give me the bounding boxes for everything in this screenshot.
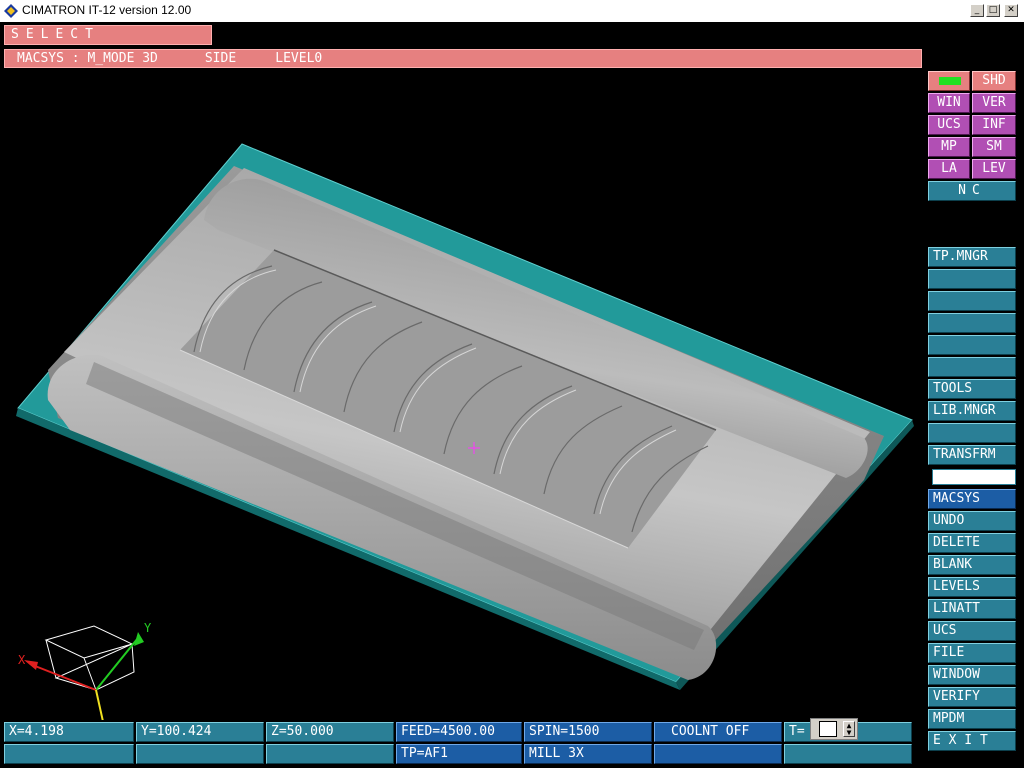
x-coordinate: X=4.198 <box>4 722 134 742</box>
empty-status-1 <box>4 744 134 764</box>
menu-blank[interactable]: BLANK <box>928 555 1016 575</box>
empty-status-5 <box>784 744 912 764</box>
menu-empty-1[interactable] <box>928 269 1016 289</box>
menu-verify[interactable]: VERIFY <box>928 687 1016 707</box>
tool-picker-icon <box>819 721 837 737</box>
menu-ucs[interactable]: UCS <box>928 621 1016 641</box>
menu-linatt[interactable]: LINATT <box>928 599 1016 619</box>
menu-mpdm[interactable]: MPDM <box>928 709 1016 729</box>
inf-button[interactable]: INF <box>972 115 1016 135</box>
menu-file[interactable]: FILE <box>928 643 1016 663</box>
color-swatch-button[interactable] <box>928 71 970 91</box>
minimize-button[interactable]: _ <box>970 4 984 17</box>
axis-label-y: Y <box>144 621 152 635</box>
active-color-swatch <box>939 77 961 85</box>
menu-transfrm[interactable]: TRANSFRM <box>928 445 1016 465</box>
window-title: CIMATRON IT-12 version 12.00 <box>22 3 192 17</box>
la-button[interactable]: LA <box>928 159 970 179</box>
mill-mode-readout: MILL 3X <box>524 744 652 764</box>
menu-input-field[interactable] <box>932 469 1016 485</box>
ucs-toggle-button[interactable]: UCS <box>928 115 970 135</box>
sm-button[interactable]: SM <box>972 137 1016 157</box>
menu-empty-3[interactable] <box>928 313 1016 333</box>
axis-label-x: X <box>18 653 26 667</box>
menu-empty-6[interactable] <box>928 423 1016 443</box>
menu-tp-mngr[interactable]: TP.MNGR <box>928 247 1016 267</box>
coolant-readout: COOLNT OFF <box>654 722 782 742</box>
maximize-button[interactable]: □ <box>986 4 1000 17</box>
empty-status-2 <box>136 744 264 764</box>
ver-button[interactable]: VER <box>972 93 1016 113</box>
z-coordinate: Z=50.000 <box>266 722 394 742</box>
menu-delete[interactable]: DELETE <box>928 533 1016 553</box>
main-area: SELECT MACSYS : M_MODE 3D SIDE LEVEL0 Y … <box>0 22 1024 768</box>
nc-button[interactable]: NC <box>928 181 1016 201</box>
tool-spinner-arrows[interactable]: ▲ ▼ <box>843 721 855 737</box>
menu-undo[interactable]: UNDO <box>928 511 1016 531</box>
menu-empty-5[interactable] <box>928 357 1016 377</box>
close-button[interactable]: ✕ <box>1004 4 1018 17</box>
menu-macsys[interactable]: MACSYS <box>928 489 1016 509</box>
mode-status-bar: MACSYS : M_MODE 3D SIDE LEVEL0 <box>4 49 922 68</box>
select-prompt-bar: SELECT <box>4 25 212 45</box>
title-bar: CIMATRON IT-12 version 12.00 _ □ ✕ <box>0 0 1024 23</box>
y-coordinate: Y=100.424 <box>136 722 264 742</box>
menu-tools[interactable]: TOOLS <box>928 379 1016 399</box>
shd-button[interactable]: SHD <box>972 71 1016 91</box>
lev-button[interactable]: LEV <box>972 159 1016 179</box>
empty-status-3 <box>266 744 394 764</box>
tool-selector[interactable]: ▲ ▼ <box>810 718 858 740</box>
toolpath-readout: TP=AF1 <box>396 744 522 764</box>
mp-button[interactable]: MP <box>928 137 970 157</box>
feed-readout: FEED=4500.00 <box>396 722 522 742</box>
menu-levels[interactable]: LEVELS <box>928 577 1016 597</box>
graphics-viewport[interactable]: Y X Z <box>4 70 922 720</box>
empty-status-4 <box>654 744 782 764</box>
spin-readout: SPIN=1500 <box>524 722 652 742</box>
menu-lib-mngr[interactable]: LIB.MNGR <box>928 401 1016 421</box>
axis-triad: Y X Z <box>18 621 152 720</box>
menu-window[interactable]: WINDOW <box>928 665 1016 685</box>
cimatron-app-icon[interactable] <box>3 3 19 19</box>
menu-empty-4[interactable] <box>928 335 1016 355</box>
menu-empty-2[interactable] <box>928 291 1016 311</box>
menu-exit[interactable]: E X I T <box>928 731 1016 751</box>
win-button[interactable]: WIN <box>928 93 970 113</box>
